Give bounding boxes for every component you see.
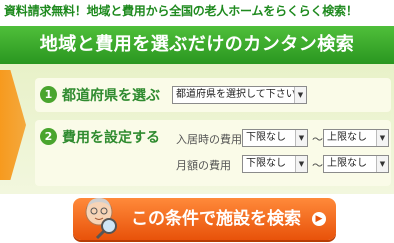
step2-number-badge: 2 [40,128,57,145]
chevron-down-icon: ▼ [376,156,388,172]
chevron-down-icon: ▼ [295,130,307,146]
chevron-down-icon: ▼ [376,130,388,146]
monthly-cost-min-select[interactable]: 下限なし ▼ [242,155,308,173]
prefecture-select-value: 都道府県を選択して下さい [176,89,296,100]
chevron-down-icon: ▼ [295,156,307,172]
tagline: 資料請求無料！地域と費用から全国の老人ホームをらくらく検索！ [4,4,358,18]
banner-title: 地域と費用を選ぶだけのカンタン検索 [0,26,394,64]
range-separator: ～ [312,159,323,172]
elderly-magnifier-mascot-icon [85,198,117,240]
chevron-down-icon: ▼ [294,87,306,103]
step1-row: 1 都道府県を選ぶ 都道府県を選択して下さい ▼ [35,78,391,112]
entry-cost-max-select[interactable]: 上限なし ▼ [323,129,389,147]
monthly-cost-max-select[interactable]: 上限なし ▼ [323,155,389,173]
range-separator: ～ [312,133,323,146]
step1-label: 都道府県を選ぶ [62,88,160,104]
entry-cost-min-value: 下限なし [246,132,286,143]
arrow-right-icon: ▶ [312,212,326,226]
step2-row: 2 費用を設定する 入居時の費用 下限なし ▼ ～ 上限なし ▼ 月額の費用 下… [35,120,391,186]
search-button-label: この条件で施設を検索 [131,209,301,229]
entry-cost-label: 入居時の費用 [176,133,242,146]
entry-cost-min-select[interactable]: 下限なし ▼ [242,129,308,147]
monthly-cost-max-value: 上限なし [327,158,367,169]
prefecture-select[interactable]: 都道府県を選択して下さい ▼ [172,86,307,104]
entry-cost-max-value: 上限なし [327,132,367,143]
step2-label: 費用を設定する [62,130,160,146]
monthly-cost-label: 月額の費用 [176,159,231,172]
monthly-cost-min-value: 下限なし [246,158,286,169]
step1-number-badge: 1 [40,86,57,103]
search-button[interactable]: この条件で施設を検索 ▶ [73,198,336,240]
